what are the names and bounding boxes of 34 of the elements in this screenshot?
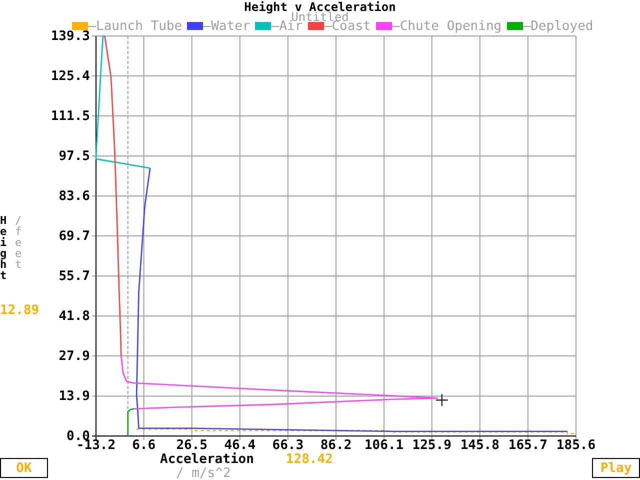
x-axis-unit: / m/s^2	[176, 467, 232, 480]
legend-label: Air	[279, 22, 303, 30]
y-tick-label: 27.9	[58, 348, 90, 364]
legend-label: Water	[211, 22, 250, 30]
y-axis-unit: / feet	[15, 215, 23, 273]
x-tick-label: 165.7	[508, 438, 548, 452]
x-tick-label: 26.5	[176, 438, 208, 452]
x-tick-label: 86.2	[320, 438, 352, 452]
x-tick-label: 6.6	[132, 438, 156, 452]
chart-subtitle: Untitled	[291, 14, 349, 20]
y-tick-label: 139.3	[50, 29, 90, 44]
legend-label: Coast	[332, 22, 371, 30]
y-tick-label: 125.4	[50, 68, 90, 84]
play-button[interactable]: Play	[592, 458, 640, 478]
legend-label: Launch Tube	[96, 22, 182, 30]
x-tick-label: 125.9	[412, 438, 452, 452]
y-tick-label: 111.5	[50, 108, 90, 124]
x-readout: 128.42	[286, 452, 333, 467]
y-tick-label: 97.5	[58, 149, 90, 164]
x-tick-label: 66.3	[272, 438, 304, 452]
y-tick-label: 69.7	[58, 228, 90, 244]
x-tick-label: 185.6	[556, 438, 596, 452]
x-tick-label: 145.8	[460, 438, 500, 452]
x-tick-label: 46.4	[224, 438, 256, 452]
crosshair-cursor-icon	[435, 394, 448, 407]
y-readout: 12.89	[0, 303, 40, 318]
x-tick-label: 106.1	[364, 438, 404, 452]
y-tick-label: 13.9	[58, 389, 90, 404]
x-axis-label: Acceleration	[160, 452, 254, 467]
y-axis-label: Height	[0, 215, 8, 281]
y-tick-label: 83.6	[58, 188, 90, 204]
y-tick-label: 55.7	[58, 269, 90, 284]
ok-button[interactable]: OK	[0, 458, 48, 478]
y-tick-label: 41.8	[58, 308, 90, 324]
